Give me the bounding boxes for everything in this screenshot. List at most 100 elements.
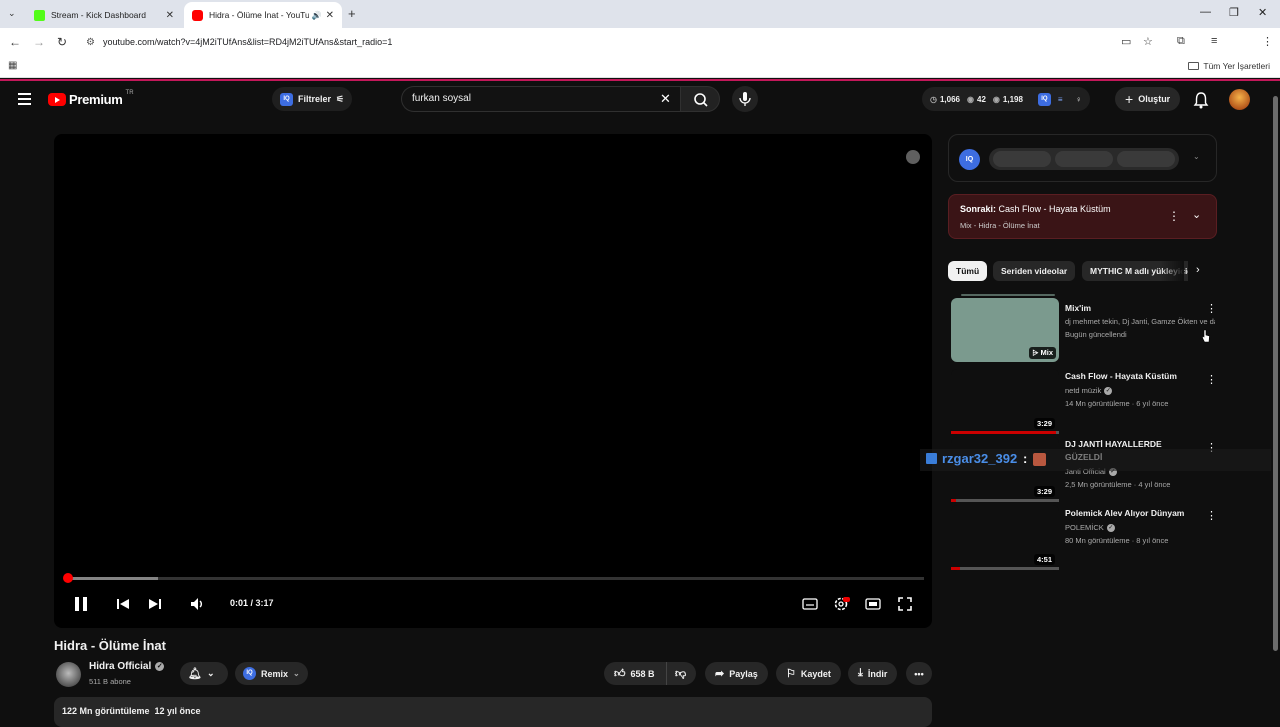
- save-button[interactable]: ⚐ Kaydet: [776, 662, 841, 685]
- chip-series-videos[interactable]: Seriden videolar: [993, 261, 1076, 281]
- channel-stats-widget[interactable]: ◷ 1,066 ◉ 42 ◉ 1,198 IQ ≡ ♀: [922, 87, 1090, 111]
- window-close-icon[interactable]: ✕: [1258, 6, 1267, 19]
- mix-stack-line: [961, 294, 1055, 296]
- views-icon: ◉: [992, 94, 1000, 104]
- stat-value: 1,066: [939, 94, 961, 104]
- queue-icon[interactable]: ≡: [1058, 95, 1063, 104]
- previous-icon[interactable]: [116, 597, 130, 611]
- site-info-icon[interactable]: ⚙: [86, 37, 95, 48]
- item-channel: POLEMİCK ✓: [1065, 523, 1215, 532]
- hamburger-menu-icon[interactable]: [18, 93, 31, 105]
- duration-badge: 4:51: [1033, 554, 1055, 565]
- share-button[interactable]: ➦ Paylaş: [705, 662, 768, 685]
- verified-check-icon: ✓: [1106, 523, 1115, 532]
- subtitles-icon[interactable]: [802, 597, 818, 611]
- youtube-premium-logo[interactable]: Premium TR: [48, 90, 134, 107]
- more-vertical-icon[interactable]: ⋮: [1206, 373, 1217, 386]
- item-title: Cash Flow - Hayata Küstüm: [1065, 371, 1177, 381]
- list-item[interactable]: 3:29 Cash Flow - Hayata Küstüm netd müzi…: [948, 369, 1220, 435]
- tab-close-icon[interactable]: ✕: [326, 10, 334, 21]
- chevron-down-icon[interactable]: ⌄: [1193, 152, 1200, 161]
- chat-colon: :: [1023, 451, 1028, 466]
- apps-grid-icon[interactable]: ▦: [8, 60, 17, 71]
- chevron-right-icon[interactable]: ›: [1196, 264, 1200, 276]
- settings-gear-icon[interactable]: [833, 595, 851, 613]
- media-control-icon[interactable]: ≡: [1211, 35, 1217, 47]
- more-actions-button[interactable]: •••: [906, 662, 932, 685]
- remix-button[interactable]: IQ Remix ⌄: [235, 662, 308, 685]
- lightbulb-icon[interactable]: ♀: [1076, 95, 1082, 104]
- subscribed-bell-button[interactable]: 🔔︎ ⌄: [180, 662, 228, 685]
- new-tab-icon[interactable]: +: [348, 6, 356, 21]
- search-input[interactable]: furkan soysal: [401, 86, 682, 112]
- restore-icon[interactable]: ❐: [1229, 6, 1239, 19]
- search-button[interactable]: [680, 86, 720, 112]
- tab-youtube[interactable]: Hidra - Ölüme İnat - YouTube 🔊 ✕: [184, 2, 342, 28]
- extensions-icon[interactable]: ⧉: [1177, 35, 1185, 48]
- back-arrow-icon[interactable]: ←: [9, 35, 21, 49]
- url-field[interactable]: ⚙ youtube.com/watch?v=4jM2iTUfAns&list=R…: [80, 32, 1132, 52]
- clear-search-icon[interactable]: ✕: [660, 91, 671, 107]
- minimize-icon[interactable]: —: [1200, 6, 1211, 18]
- bookmark-icon: ⚐: [786, 668, 796, 680]
- watched-progress: [951, 431, 1059, 434]
- collapse-chevron-icon[interactable]: ⌄: [1192, 208, 1201, 221]
- scrubber-handle[interactable]: [63, 573, 73, 583]
- logo-text: Premium: [69, 92, 123, 107]
- progress-bar[interactable]: [66, 577, 924, 580]
- channel-name-row[interactable]: Hidra Official ✓: [89, 661, 165, 672]
- item-title: Mix'im: [1065, 303, 1092, 313]
- kick-favicon-icon: [34, 9, 45, 21]
- more-vertical-icon[interactable]: ⋮: [1206, 509, 1217, 522]
- next-icon[interactable]: [148, 597, 162, 611]
- audio-playing-icon[interactable]: 🔊: [312, 11, 322, 20]
- iq-placeholder-segment: [1117, 151, 1175, 167]
- channel-watermark-icon[interactable]: [906, 150, 920, 164]
- create-label: Oluştur: [1138, 94, 1171, 104]
- voice-search-button[interactable]: [732, 86, 758, 112]
- reload-icon[interactable]: ↻: [57, 35, 67, 49]
- notifications-bell-icon[interactable]: [1193, 91, 1209, 109]
- tab-close-icon[interactable]: ✕: [166, 10, 174, 21]
- chip-all[interactable]: Tümü: [948, 261, 988, 281]
- browser-tab-bar: ⌄ Stream - Kick Dashboard ✕ Hidra - Ölüm…: [0, 0, 1280, 28]
- like-button[interactable]: 👍︎ 658 B: [604, 662, 666, 685]
- filters-button[interactable]: IQ Filtreler ⚟: [272, 87, 353, 111]
- iq-icon[interactable]: IQ: [1037, 92, 1051, 106]
- iq-icon[interactable]: IQ: [959, 149, 980, 170]
- bookmark-star-icon[interactable]: ☆: [1143, 35, 1153, 48]
- item-title: Polemick Alev Alıyor Dünyam: [1065, 508, 1185, 518]
- forward-arrow-icon[interactable]: →: [33, 35, 45, 49]
- all-bookmarks-button[interactable]: Tüm Yer İşaretleri: [1188, 61, 1270, 71]
- fullscreen-icon[interactable]: [897, 596, 913, 612]
- theater-mode-icon[interactable]: [865, 597, 881, 611]
- scrollbar-thumb[interactable]: [1273, 96, 1278, 651]
- list-item[interactable]: 4:51 Polemick Alev Alıyor Dünyam POLEMİC…: [948, 505, 1220, 571]
- description-stats: 122 Mn görüntüleme 12 yıl önce: [62, 706, 201, 716]
- up-next-box[interactable]: Sonraki: Cash Flow - Hayata Küstüm Mix -…: [948, 194, 1217, 239]
- tab-kick-dashboard[interactable]: Stream - Kick Dashboard ✕: [26, 2, 182, 28]
- channel-name: netd müzik: [1065, 386, 1102, 395]
- broken-image-icon: [926, 453, 937, 464]
- dislike-button[interactable]: 👎︎: [666, 662, 696, 685]
- list-item[interactable]: ⩥ Mix Mix'im dj mehmet tekin, Dj Janti, …: [948, 294, 1220, 362]
- volume-icon[interactable]: [190, 597, 206, 611]
- tab-title: Stream - Kick Dashboard: [51, 10, 146, 20]
- pause-icon[interactable]: [72, 595, 90, 613]
- share-arrow-icon: ➦: [715, 668, 725, 680]
- download-button[interactable]: ⤓ İndir: [848, 662, 898, 685]
- video-thumbnail[interactable]: 4:51: [951, 505, 1059, 571]
- user-avatar[interactable]: [1229, 89, 1250, 110]
- tab-search-icon[interactable]: ⌄: [8, 8, 16, 19]
- video-thumbnail[interactable]: 3:29: [951, 369, 1059, 435]
- address-bar-row: ← → ↻ ⚙ youtube.com/watch?v=4jM2iTUfAns&…: [0, 28, 1280, 77]
- more-vertical-icon[interactable]: ⋮: [1206, 302, 1217, 315]
- create-button[interactable]: + Oluştur: [1115, 87, 1181, 111]
- channel-avatar[interactable]: [56, 662, 81, 687]
- more-vertical-icon[interactable]: ⋮: [1168, 209, 1180, 223]
- menu-dots-icon[interactable]: ⋮: [1262, 35, 1273, 48]
- video-thumbnail[interactable]: ⩥ Mix: [951, 298, 1059, 362]
- iq-icon: IQ: [280, 92, 293, 106]
- install-app-icon[interactable]: ▭: [1121, 35, 1131, 48]
- video-player[interactable]: 0:01 / 3:17: [54, 134, 932, 628]
